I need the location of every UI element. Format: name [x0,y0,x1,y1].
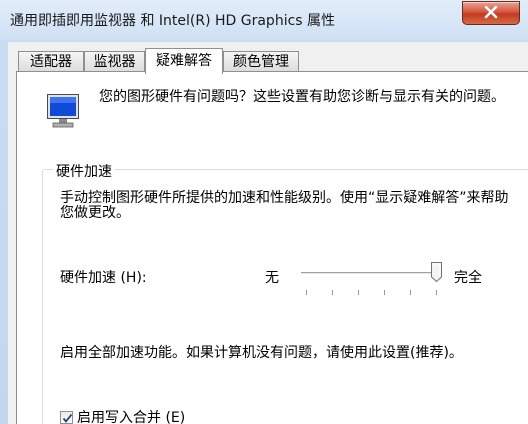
tab-label: 适配器 [30,54,72,70]
slider-tick [332,290,333,295]
write-combining-checkbox[interactable] [60,410,73,424]
checkmark-icon [62,413,73,423]
monitor-icon [47,94,79,128]
slider-thumb[interactable] [431,262,442,282]
dialog-client: 适配器 监视器 疑难解答 颜色管理 您的图形硬件有问题吗？这些设置有助您诊断与显… [8,42,528,424]
troubleshoot-panel: 您的图形硬件有问题吗？这些设置有助您诊断与显示有关的问题。 硬件加速 手动控制图… [16,71,528,424]
hardware-acceleration-group: 硬件加速 手动控制图形硬件所提供的加速和性能级别。使用“显示疑难解答”来帮助您做… [42,161,528,424]
group-title: 硬件加速 [53,161,115,181]
slider-tick [436,290,437,295]
slider-tick [358,290,359,295]
write-combining-label: 启用写入合并 (E) [77,410,186,424]
tab-adapter[interactable]: 适配器 [18,51,84,72]
properties-window: 通用即插即用监视器 和 Intel(R) HD Graphics 属性 适配器 … [0,0,528,424]
acceleration-label: 硬件加速 (H): [60,270,147,286]
slider-ticks [301,290,441,296]
close-button[interactable] [462,1,520,25]
slider-max-label: 完全 [454,270,482,286]
close-icon [484,6,498,19]
tab-label: 监视器 [93,54,136,70]
acceleration-slider[interactable] [301,262,442,296]
slider-tick [410,290,411,295]
intro-text: 您的图形硬件有问题吗？这些设置有助您诊断与显示有关的问题。 [99,89,505,105]
slider-tick [306,290,307,295]
slider-tick [384,290,385,295]
write-combining-option[interactable]: 启用写入合并 (E) [60,409,185,424]
slider-min-label: 无 [265,270,279,286]
title-bar[interactable]: 通用即插即用监视器 和 Intel(R) HD Graphics 属性 [0,0,528,40]
tab-color-management[interactable]: 颜色管理 [223,51,299,72]
acceleration-description: 手动控制图形硬件所提供的加速和性能级别。使用“显示疑难解答”来帮助您做更改。 [60,190,509,221]
tab-monitor[interactable]: 监视器 [84,51,145,72]
tab-label: 疑难解答 [156,53,212,69]
acceleration-status: 启用全部加速功能。如果计算机没有问题，请使用此设置(推荐)。 [60,345,463,361]
slider-track [301,272,441,275]
window-title: 通用即插即用监视器 和 Intel(R) HD Graphics 属性 [10,13,336,29]
tab-troubleshoot[interactable]: 疑难解答 [145,48,223,74]
tab-label: 颜色管理 [233,54,289,70]
